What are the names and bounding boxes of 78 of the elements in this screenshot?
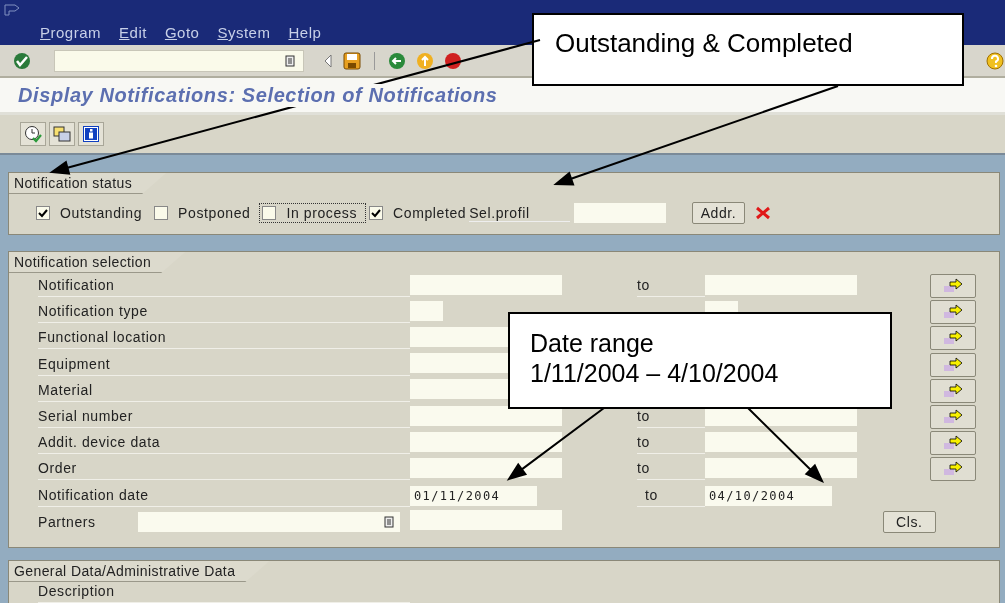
- input-field[interactable]: 01/11/2004: [410, 485, 537, 506]
- callout-text: 1/11/2004 – 4/10/2004: [530, 359, 779, 387]
- input-field[interactable]: [138, 511, 400, 532]
- multiple-selection-button[interactable]: [930, 431, 976, 456]
- menu-item[interactable]: Edit: [119, 24, 147, 41]
- arrow-icon: [942, 409, 964, 426]
- help-icon[interactable]: [985, 50, 1005, 71]
- checkbox[interactable]: [262, 206, 277, 220]
- input-field[interactable]: [410, 405, 562, 426]
- back-icon[interactable]: [387, 50, 407, 71]
- multiple-selection-button[interactable]: [930, 326, 976, 351]
- field-label: Equipment: [38, 353, 410, 376]
- field-label: Functional location: [38, 327, 410, 350]
- window-icon[interactable]: [4, 4, 20, 16]
- multiple-selection-button[interactable]: [930, 352, 976, 377]
- input-field[interactable]: [705, 274, 857, 295]
- callout-text: Date range: [530, 329, 654, 357]
- input-field[interactable]: [410, 457, 562, 478]
- multiple-selection-button[interactable]: [930, 405, 976, 430]
- arrow-icon: [942, 461, 964, 478]
- field-label: Description: [38, 581, 410, 603]
- arrow-icon: [942, 278, 964, 295]
- group-title: Notification selection: [9, 252, 186, 273]
- input-field[interactable]: [573, 203, 666, 223]
- info-icon: [82, 125, 100, 143]
- group-title: Notification status: [9, 173, 167, 194]
- menu-item[interactable]: System: [217, 24, 271, 41]
- address-button[interactable]: Addr.: [691, 202, 746, 224]
- input-field[interactable]: [410, 300, 443, 321]
- field-label: Notification date: [38, 484, 410, 507]
- input-field[interactable]: [410, 274, 562, 295]
- field-label: Notification type: [38, 301, 410, 324]
- checkbox[interactable]: [36, 206, 50, 220]
- field-label: Addit. device data: [38, 432, 410, 455]
- field-label: Notification: [38, 275, 410, 298]
- input-field[interactable]: [410, 431, 562, 452]
- info-button[interactable]: [78, 122, 104, 146]
- checkbox-label: Completed: [393, 205, 467, 221]
- command-field[interactable]: [54, 49, 304, 72]
- arrow-icon: [942, 330, 964, 347]
- checkbox[interactable]: [369, 206, 384, 220]
- list-icon[interactable]: [384, 515, 394, 528]
- input-field[interactable]: [705, 457, 857, 478]
- menu-item[interactable]: Help: [288, 24, 322, 41]
- arrow-icon: [942, 435, 964, 452]
- input-field[interactable]: 04/10/2004: [705, 485, 832, 506]
- check-icon[interactable]: [12, 50, 32, 71]
- arrow-icon: [942, 304, 964, 321]
- history-icon[interactable]: [285, 54, 295, 67]
- multiple-selection-button[interactable]: [930, 300, 976, 325]
- save-icon[interactable]: [342, 50, 362, 71]
- field-label: Order: [38, 458, 410, 481]
- menu-item[interactable]: Program: [40, 24, 102, 41]
- screen-title: Display Notifications: Selection of Notifications: [18, 83, 498, 107]
- group-title: General Data/Administrative Data: [9, 561, 270, 582]
- callout-text: Outstanding & Completed: [555, 28, 853, 58]
- field-label: Sel.profil: [469, 204, 570, 222]
- windows-icon: [53, 125, 71, 143]
- menu-item[interactable]: Goto: [164, 24, 200, 41]
- checkbox-label: Postponed: [178, 205, 251, 221]
- field-label: Serial number: [38, 406, 410, 429]
- execute-button[interactable]: [20, 122, 46, 146]
- multiple-selection-button[interactable]: [930, 378, 976, 403]
- field-label: Partners: [38, 513, 97, 530]
- clock-check-icon: [24, 125, 42, 143]
- field-label: Material: [38, 379, 410, 402]
- arrow-icon: [942, 382, 964, 399]
- classes-button[interactable]: Cls.: [883, 510, 936, 533]
- arrow-icon: [942, 356, 964, 373]
- input-field[interactable]: [705, 431, 857, 452]
- up-icon[interactable]: [415, 50, 435, 71]
- multiple-selection-button[interactable]: [930, 457, 976, 482]
- checkbox-label: In process: [286, 205, 358, 221]
- delete-icon[interactable]: [755, 206, 772, 220]
- checkbox-label: Outstanding: [60, 205, 143, 221]
- input-field[interactable]: [410, 510, 562, 531]
- multiple-selection-button[interactable]: [930, 274, 976, 299]
- checkbox[interactable]: [154, 206, 169, 220]
